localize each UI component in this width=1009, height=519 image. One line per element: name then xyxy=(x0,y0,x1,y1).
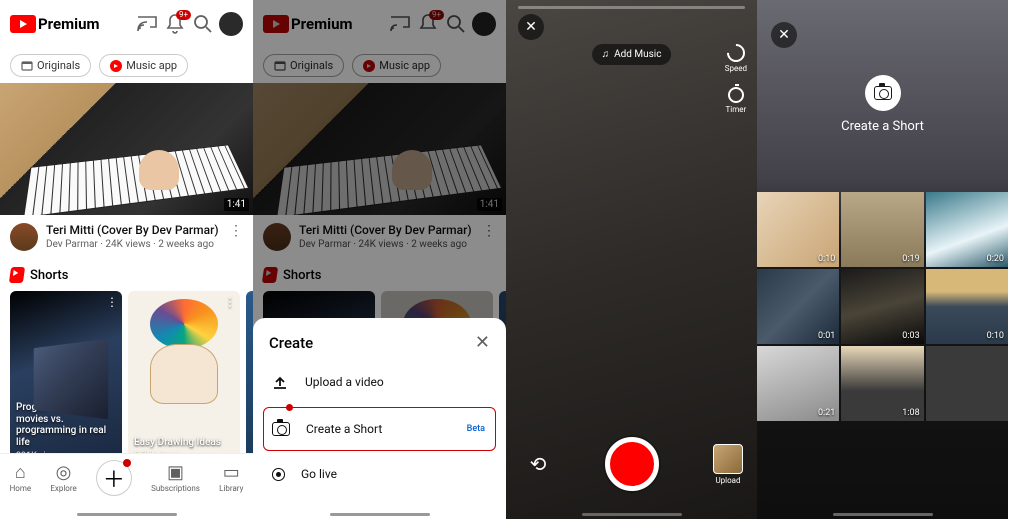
short-card[interactable]: ⋮ Programming in movies vs. programming … xyxy=(10,291,122,466)
video-duration: 1:41 xyxy=(224,198,249,211)
filter-chips: Originals Music app xyxy=(0,48,253,83)
short-card-peek[interactable] xyxy=(246,291,253,466)
shorts-icon xyxy=(9,267,25,283)
timer-button[interactable]: Timer xyxy=(726,87,747,114)
beta-badge: Beta xyxy=(467,424,485,434)
camera-bottom-controls: ⟲ Upload xyxy=(506,437,757,491)
home-icon: ⌂ xyxy=(15,462,26,483)
gallery-item[interactable]: 0:21 xyxy=(757,346,839,421)
close-gallery-button[interactable]: ✕ xyxy=(771,22,797,48)
sheet-go-live[interactable]: Go live xyxy=(253,455,506,493)
system-home-bar xyxy=(330,513,430,516)
library-icon: ▭ xyxy=(223,462,240,483)
search-icon[interactable] xyxy=(191,12,215,36)
compass-icon: ◎ xyxy=(56,462,72,483)
music-app-icon xyxy=(110,60,122,72)
create-bottom-sheet: Create ✕ Upload a video Create a Short B… xyxy=(253,318,506,519)
record-progress xyxy=(518,6,745,9)
flip-camera-button[interactable]: ⟲ xyxy=(524,450,552,478)
notif-badge: 9+ xyxy=(176,10,191,20)
camera-circle-icon xyxy=(865,75,901,111)
sheet-upload-video[interactable]: Upload a video xyxy=(253,361,506,403)
gallery-item[interactable]: 1:08 xyxy=(841,346,923,421)
video-title: Teri Mitti (Cover By Dev Parmar) xyxy=(46,223,221,237)
gallery-item[interactable] xyxy=(926,346,1008,421)
music-note-icon: ♫ xyxy=(602,49,610,60)
camera-side-tools: Speed Timer xyxy=(725,44,747,114)
nav-subscriptions[interactable]: ▣Subscriptions xyxy=(151,462,200,493)
play-logo-icon xyxy=(10,15,36,33)
youtube-logo[interactable]: Premium xyxy=(10,15,99,33)
notifications-icon[interactable]: 9+ xyxy=(163,12,187,36)
new-dot xyxy=(286,404,293,411)
close-camera-button[interactable]: ✕ xyxy=(518,14,544,40)
upload-thumb-icon xyxy=(713,444,743,474)
bottom-nav: ⌂Home ◎Explore ＋ ▣Subscriptions ▭Library xyxy=(0,453,253,501)
short-card[interactable]: ⋮ Easy Drawing Ideas 5.7M views xyxy=(128,291,240,466)
top-header: Premium 9+ xyxy=(0,0,253,48)
channel-avatar[interactable] xyxy=(10,223,38,251)
video-subtitle: Dev Parmar · 24K views · 2 weeks ago xyxy=(46,239,221,250)
video-meta: Teri Mitti (Cover By Dev Parmar) Dev Par… xyxy=(0,215,253,259)
gallery-pane: ✕ Create a Short 0:10 0:19 0:20 0:01 0:0… xyxy=(757,0,1008,519)
shorts-row: ⋮ Programming in movies vs. programming … xyxy=(0,291,253,466)
shorts-heading: Shorts xyxy=(0,259,253,291)
add-music-button[interactable]: ♫ Add Music xyxy=(592,44,672,65)
gallery-item[interactable]: 0:10 xyxy=(757,192,839,267)
gallery-item[interactable]: 0:01 xyxy=(757,269,839,344)
gallery-item[interactable]: 0:10 xyxy=(926,269,1008,344)
system-home-bar xyxy=(582,513,682,516)
account-avatar[interactable] xyxy=(219,12,243,36)
create-sheet-pane: Premium 9+ Originals Music app 1:41 Teri… xyxy=(253,0,506,519)
sheet-create-short[interactable]: Create a Short Beta xyxy=(263,407,496,451)
brand-text: Premium xyxy=(38,15,99,33)
upload-shortcut[interactable]: Upload xyxy=(713,444,743,485)
system-home-bar xyxy=(833,513,933,516)
cast-icon[interactable] xyxy=(135,12,159,36)
nav-explore[interactable]: ◎Explore xyxy=(50,462,76,493)
subscriptions-icon: ▣ xyxy=(167,462,184,483)
system-home-bar xyxy=(77,513,177,516)
speed-icon xyxy=(723,40,748,65)
camera-icon xyxy=(270,418,292,440)
upload-icon xyxy=(269,371,291,393)
close-icon[interactable]: ✕ xyxy=(475,332,490,353)
video-thumbnail: 1:41 xyxy=(0,83,253,215)
chip-originals[interactable]: Originals xyxy=(10,54,91,77)
gallery-hero[interactable]: Create a Short xyxy=(757,75,1008,134)
timer-icon xyxy=(728,87,744,103)
live-icon xyxy=(269,465,287,483)
create-dot xyxy=(123,459,131,467)
chip-music[interactable]: Music app xyxy=(99,54,188,77)
home-feed-pane: Premium 9+ Originals Music app 1:41 xyxy=(0,0,253,519)
short-more-icon[interactable]: ⋮ xyxy=(224,295,236,309)
nav-home[interactable]: ⌂Home xyxy=(10,462,32,493)
video-more-icon[interactable]: ⋮ xyxy=(229,223,243,251)
short-title: Programming in movies vs. programming in… xyxy=(16,402,116,448)
nav-library[interactable]: ▭Library xyxy=(219,462,243,493)
gallery-item[interactable]: 0:19 xyxy=(841,192,923,267)
gallery-item[interactable]: 0:03 xyxy=(841,269,923,344)
speed-button[interactable]: Speed xyxy=(725,44,747,73)
camera-pane: ✕ ♫ Add Music Speed Timer ⟲ Upload xyxy=(506,0,757,519)
short-title: Easy Drawing Ideas xyxy=(134,437,234,449)
originals-icon xyxy=(21,60,33,72)
plus-icon: ＋ xyxy=(103,462,125,494)
nav-create[interactable]: ＋ xyxy=(96,460,132,496)
gallery-grid: 0:10 0:19 0:20 0:01 0:03 0:10 0:21 1:08 xyxy=(757,192,1008,421)
sheet-title: Create xyxy=(269,334,313,352)
short-more-icon[interactable]: ⋮ xyxy=(106,295,118,309)
hero-text: Create a Short xyxy=(841,119,924,134)
video-card[interactable]: 1:41 Teri Mitti (Cover By Dev Parmar) De… xyxy=(0,83,253,259)
record-button[interactable] xyxy=(605,437,659,491)
gallery-item[interactable]: 0:20 xyxy=(926,192,1008,267)
